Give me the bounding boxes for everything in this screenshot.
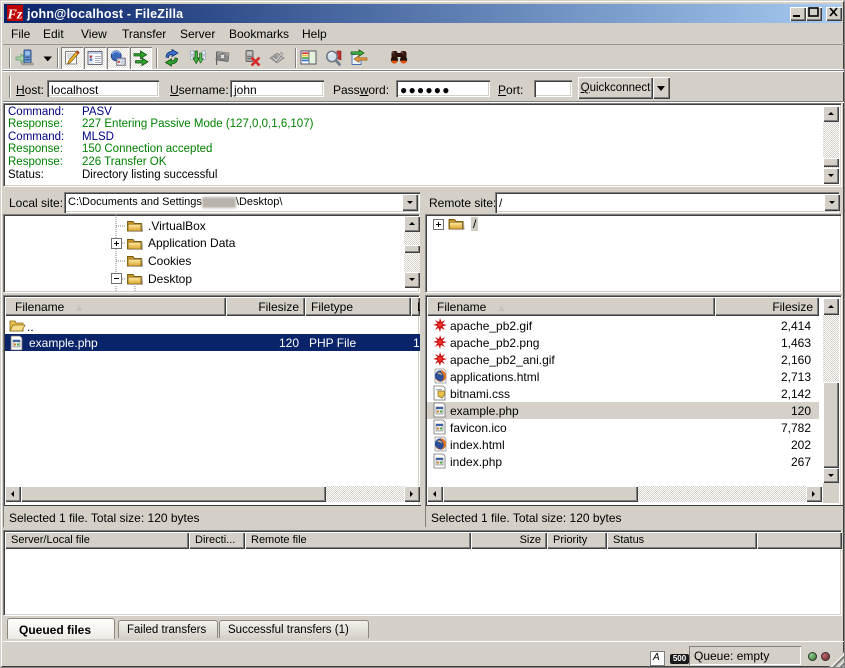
svg-text:Fz: Fz [7, 8, 23, 22]
